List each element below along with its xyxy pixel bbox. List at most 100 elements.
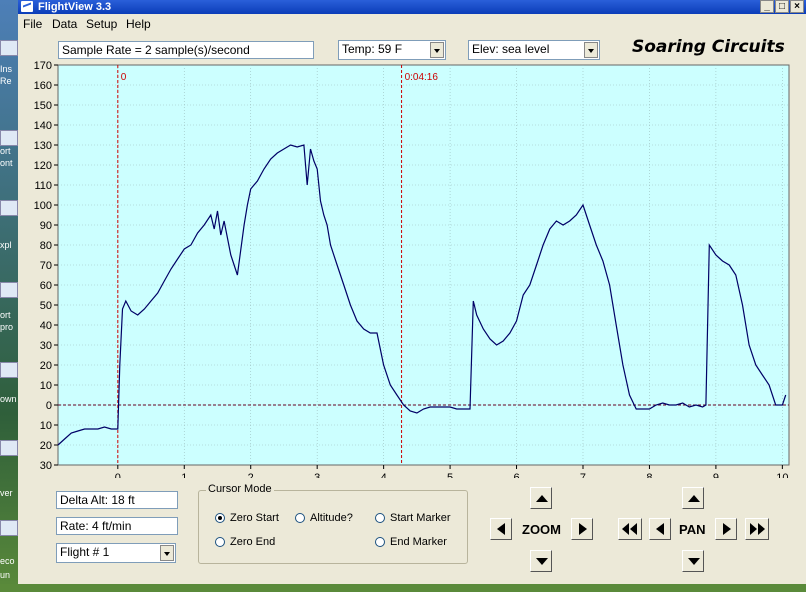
delta-alt-readout: Delta Alt: 18 ft <box>56 491 178 509</box>
zoom-up-button[interactable] <box>530 487 552 509</box>
y-tick-label: 90 <box>40 220 52 232</box>
desktop-shortcut-icon[interactable] <box>0 282 18 298</box>
desktop-shortcut-icon[interactable] <box>0 130 18 146</box>
triangle-right-icon <box>723 523 731 535</box>
altitude-chart[interactable]: 1701601501401301201101009080706050403020… <box>18 58 806 478</box>
chevron-down-icon[interactable] <box>160 545 174 561</box>
desktop-icon-label: ort <box>0 310 11 320</box>
radio-button[interactable] <box>215 513 225 523</box>
y-tick-label: 20 <box>40 440 52 452</box>
app-icon <box>21 1 33 12</box>
window-title: FlightView 3.3 <box>38 1 112 13</box>
y-tick-label: 10 <box>40 420 52 432</box>
pan-up-button[interactable] <box>682 487 704 509</box>
app-window: FlightView 3.3 _ □ × File Data Setup Hel… <box>18 0 806 592</box>
double-triangle-right-icon-part <box>758 523 765 535</box>
temp-select-value: Temp: 59 F <box>342 42 403 56</box>
pan-left-button[interactable] <box>649 518 671 540</box>
desktop-icon-label: own <box>0 394 17 404</box>
triangle-left-icon <box>497 523 505 535</box>
radio-button[interactable] <box>215 537 225 547</box>
y-tick-label: 150 <box>34 100 52 112</box>
desktop-icon-label: pro <box>0 322 14 332</box>
double-triangle-left-icon-part <box>630 523 637 535</box>
desktop-bottom-edge <box>0 584 806 592</box>
y-tick-label: 40 <box>40 320 52 332</box>
brand-logo-text: Soaring Circuits <box>632 37 785 57</box>
minimize-button[interactable]: _ <box>760 0 774 13</box>
pan-down-button[interactable] <box>682 550 704 572</box>
cursor-mode-legend: Cursor Mode <box>206 483 274 495</box>
temp-select[interactable]: Temp: 59 F <box>338 40 446 60</box>
desktop-icon-label: un <box>0 570 11 580</box>
x-tick-label: 10 <box>776 472 788 478</box>
zoom-label: ZOOM <box>522 522 561 537</box>
zoom-left-button[interactable] <box>490 518 512 540</box>
y-tick-label: 100 <box>34 200 52 212</box>
desktop-icon-label: ver <box>0 488 13 498</box>
desktop-shortcut-icon[interactable] <box>0 40 18 56</box>
y-tick-label: 50 <box>40 300 52 312</box>
pan-fast-left-button[interactable] <box>618 518 642 540</box>
radio-label: Start Marker <box>390 512 451 524</box>
flight-select-value: Flight # 1 <box>60 545 110 559</box>
y-tick-label: 80 <box>40 240 52 252</box>
x-tick-label: 0 <box>115 472 121 478</box>
x-tick-label: 4 <box>381 472 387 478</box>
triangle-down-icon <box>536 558 548 565</box>
desktop-icon-label: Ins <box>0 64 13 74</box>
zoom-down-button[interactable] <box>530 550 552 572</box>
menu-file[interactable]: File <box>23 17 42 31</box>
x-tick-label: 3 <box>314 472 320 478</box>
y-tick-label: 170 <box>34 60 52 72</box>
y-tick-label: 70 <box>40 260 52 272</box>
triangle-up-icon <box>688 495 700 502</box>
x-tick-label: 8 <box>646 472 652 478</box>
y-tick-label: 60 <box>40 280 52 292</box>
x-tick-label: 2 <box>248 472 254 478</box>
y-tick-label: 120 <box>34 160 52 172</box>
flight-select[interactable]: Flight # 1 <box>56 543 176 563</box>
title-bar[interactable]: FlightView 3.3 _ □ × <box>18 0 806 14</box>
radio-button[interactable] <box>295 513 305 523</box>
desktop-icon-label: ont <box>0 158 13 168</box>
desktop-background: Ins Re ort ont xpl ort pro own ver eco u… <box>0 0 18 592</box>
chevron-down-icon[interactable] <box>584 42 598 58</box>
x-tick-label: 9 <box>713 472 719 478</box>
menu-bar: File Data Setup Help <box>18 15 806 33</box>
desktop-shortcut-icon[interactable] <box>0 362 18 378</box>
radio-button[interactable] <box>375 513 385 523</box>
zoom-right-button[interactable] <box>571 518 593 540</box>
radio-label: Altitude? <box>310 512 353 524</box>
menu-help[interactable]: Help <box>126 17 151 31</box>
desktop-icon-label: xpl <box>0 240 12 250</box>
triangle-right-icon <box>579 523 587 535</box>
radio-label: Zero Start <box>230 512 279 524</box>
close-button[interactable]: × <box>790 0 804 13</box>
x-tick-label: 6 <box>513 472 519 478</box>
desktop-shortcut-icon[interactable] <box>0 520 18 536</box>
desktop-shortcut-icon[interactable] <box>0 440 18 456</box>
desktop-shortcut-icon[interactable] <box>0 200 18 216</box>
menu-data[interactable]: Data <box>52 17 77 31</box>
desktop-icon-label: Re <box>0 76 12 86</box>
y-tick-label: 10 <box>40 380 52 392</box>
menu-setup[interactable]: Setup <box>86 17 117 31</box>
cursor-marker-label: 0 <box>121 72 127 83</box>
pan-right-button[interactable] <box>715 518 737 540</box>
pan-fast-right-button[interactable] <box>745 518 769 540</box>
maximize-button[interactable]: □ <box>775 0 789 13</box>
radio-button[interactable] <box>375 537 385 547</box>
chevron-down-icon[interactable] <box>430 42 444 58</box>
x-tick-label: 1 <box>181 472 187 478</box>
desktop-icon-label: ort <box>0 146 11 156</box>
y-tick-label: 160 <box>34 80 52 92</box>
rate-readout: Rate: 4 ft/min <box>56 517 178 535</box>
radio-label: End Marker <box>390 536 447 548</box>
elev-select[interactable]: Elev: sea level <box>468 40 600 60</box>
y-tick-label: 30 <box>40 460 52 472</box>
y-tick-label: 130 <box>34 140 52 152</box>
desktop-icon-label: eco <box>0 556 15 566</box>
y-tick-label: 20 <box>40 360 52 372</box>
radio-label: Zero End <box>230 536 276 548</box>
